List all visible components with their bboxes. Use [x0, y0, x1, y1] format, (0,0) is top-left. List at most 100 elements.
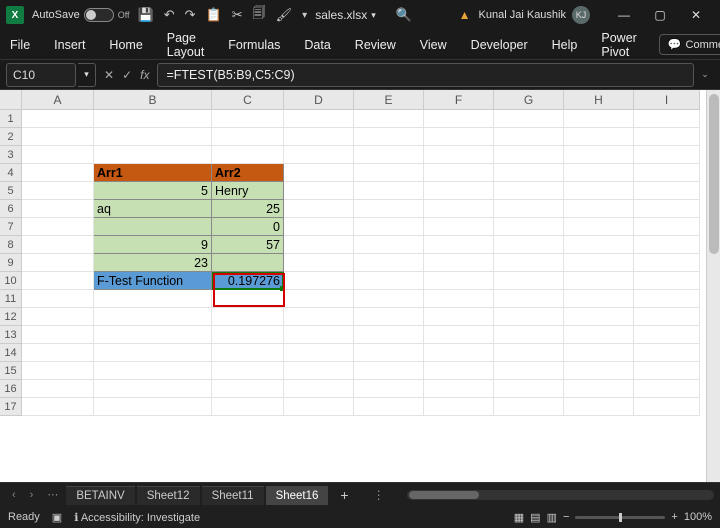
cell[interactable]	[424, 308, 494, 326]
cell[interactable]	[424, 254, 494, 272]
cell[interactable]	[354, 146, 424, 164]
cell[interactable]	[424, 200, 494, 218]
cell[interactable]	[212, 110, 284, 128]
cell[interactable]	[212, 344, 284, 362]
cell[interactable]	[564, 398, 634, 416]
cell[interactable]: 57	[212, 236, 284, 254]
col-header-i[interactable]: I	[634, 90, 700, 110]
cell[interactable]	[284, 182, 354, 200]
tab-formulas[interactable]: Formulas	[226, 34, 282, 56]
cell[interactable]	[494, 110, 564, 128]
cell[interactable]	[354, 182, 424, 200]
name-box[interactable]: C10	[6, 63, 76, 87]
cell[interactable]	[212, 146, 284, 164]
cell[interactable]: 0	[212, 218, 284, 236]
cell[interactable]	[564, 182, 634, 200]
row-header[interactable]: 8	[0, 236, 22, 254]
cell[interactable]	[634, 110, 700, 128]
cell[interactable]	[94, 344, 212, 362]
cell[interactable]	[494, 290, 564, 308]
cell[interactable]	[564, 380, 634, 398]
cell[interactable]	[22, 182, 94, 200]
row-header[interactable]: 13	[0, 326, 22, 344]
accessibility-status[interactable]: ℹ Accessibility: Investigate	[74, 511, 200, 524]
add-sheet-button[interactable]: +	[330, 487, 358, 503]
cell[interactable]	[284, 200, 354, 218]
tab-developer[interactable]: Developer	[469, 34, 530, 56]
cell[interactable]	[634, 218, 700, 236]
cell[interactable]: 25	[212, 200, 284, 218]
cell[interactable]: 23	[94, 254, 212, 272]
cell[interactable]	[354, 128, 424, 146]
row-header[interactable]: 17	[0, 398, 22, 416]
cell[interactable]	[634, 308, 700, 326]
sheet-nav-next-icon[interactable]: ›	[24, 489, 40, 501]
cell[interactable]	[634, 326, 700, 344]
cell[interactable]	[354, 218, 424, 236]
cell[interactable]	[94, 308, 212, 326]
cell[interactable]	[634, 362, 700, 380]
tab-file[interactable]: File	[8, 34, 32, 56]
cell[interactable]	[424, 380, 494, 398]
row-header[interactable]: 3	[0, 146, 22, 164]
row-header[interactable]: 5	[0, 182, 22, 200]
format-painter-icon[interactable]: 🖌	[276, 7, 293, 23]
tab-home[interactable]: Home	[107, 34, 144, 56]
cell[interactable]	[494, 272, 564, 290]
row-header[interactable]: 7	[0, 218, 22, 236]
cut-icon[interactable]: ✂	[232, 7, 243, 23]
cell[interactable]	[22, 380, 94, 398]
cell[interactable]	[284, 380, 354, 398]
cell[interactable]	[424, 146, 494, 164]
cell[interactable]	[634, 254, 700, 272]
sheet-nav-prev-icon[interactable]: ‹	[6, 489, 22, 501]
cell[interactable]	[424, 290, 494, 308]
cell[interactable]	[284, 146, 354, 164]
cell[interactable]	[424, 164, 494, 182]
cell[interactable]	[494, 218, 564, 236]
cell[interactable]	[564, 308, 634, 326]
macro-record-icon[interactable]: ▣	[52, 511, 62, 524]
cell[interactable]	[22, 128, 94, 146]
cell[interactable]	[424, 128, 494, 146]
cell[interactable]	[94, 380, 212, 398]
cell[interactable]	[284, 398, 354, 416]
cell[interactable]	[424, 236, 494, 254]
cell[interactable]	[564, 128, 634, 146]
copy-icon[interactable]: 🗐	[253, 4, 266, 26]
cell[interactable]	[354, 344, 424, 362]
tab-power-pivot[interactable]: Power Pivot	[599, 27, 638, 63]
cell[interactable]	[94, 326, 212, 344]
row-header[interactable]: 10	[0, 272, 22, 290]
cancel-formula-icon[interactable]: ✕	[104, 68, 114, 82]
cell[interactable]	[22, 272, 94, 290]
cell[interactable]	[212, 254, 284, 272]
cell[interactable]	[354, 254, 424, 272]
cell[interactable]	[94, 146, 212, 164]
sheet-tab[interactable]: BETAINV	[66, 486, 134, 505]
sheet-divider-icon[interactable]: ⋮	[373, 488, 385, 502]
cell[interactable]	[284, 236, 354, 254]
fx-icon[interactable]: fx	[140, 68, 149, 82]
cell[interactable]	[634, 200, 700, 218]
cell[interactable]	[94, 398, 212, 416]
name-box-dropdown[interactable]: ▾	[78, 63, 96, 87]
cell[interactable]	[564, 218, 634, 236]
cell[interactable]	[22, 164, 94, 182]
redo-icon[interactable]: ↷	[185, 7, 196, 23]
view-page-break-icon[interactable]: ▥	[547, 511, 557, 524]
cell[interactable]	[424, 218, 494, 236]
user-account[interactable]: Kunal Jai Kaushik KJ	[479, 6, 590, 24]
cell[interactable]	[564, 272, 634, 290]
cell[interactable]: Henry	[212, 182, 284, 200]
row-header[interactable]: 11	[0, 290, 22, 308]
cell[interactable]	[564, 344, 634, 362]
cell[interactable]	[494, 308, 564, 326]
sheet-tab[interactable]: Sheet11	[202, 486, 264, 505]
cell[interactable]	[634, 182, 700, 200]
cell[interactable]	[634, 164, 700, 182]
cell[interactable]	[22, 146, 94, 164]
cell[interactable]	[284, 110, 354, 128]
cell[interactable]	[494, 380, 564, 398]
maximize-button[interactable]: ▢	[642, 1, 678, 29]
